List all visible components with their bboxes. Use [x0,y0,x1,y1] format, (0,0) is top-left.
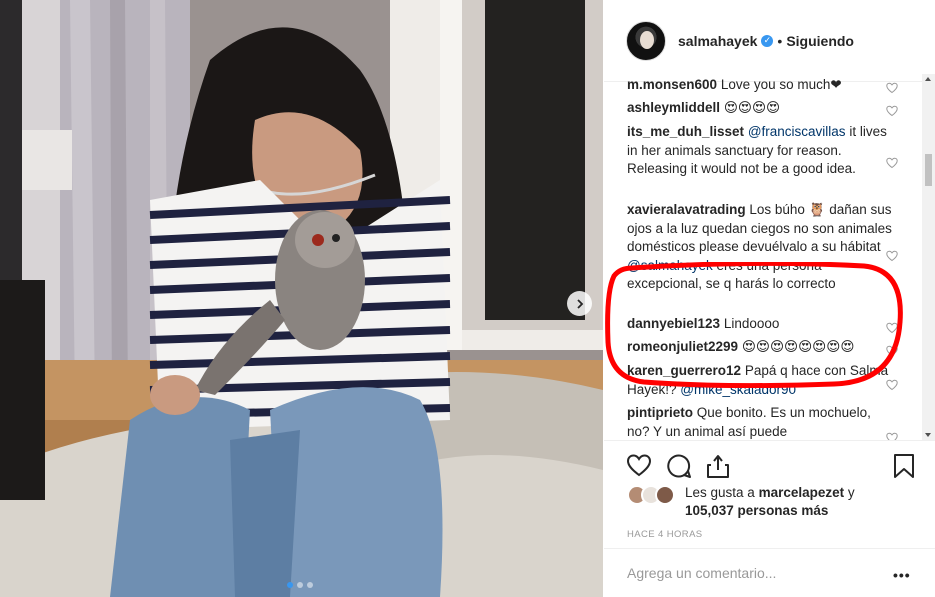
carousel-dots [287,582,313,588]
like-button[interactable] [626,453,652,479]
comment-username[interactable]: its_me_duh_lisset [627,124,744,139]
scroll-thumb[interactable] [925,154,932,186]
comment-item: pintiprieto Que bonito. Es un mochuelo, … [627,404,895,440]
heart-icon [886,322,898,334]
carousel-dot [307,582,313,588]
comment-item: m.monsen600 Love you so much❤ [627,76,895,95]
avatar[interactable] [655,485,675,505]
liker-username[interactable]: marcelapezet [759,485,845,500]
likes-count[interactable]: 105,037 personas más [685,503,828,518]
comment-username[interactable]: ashleymliddell [627,100,720,115]
follow-button[interactable]: Siguiendo [786,33,854,49]
comment-like-button[interactable] [886,379,898,391]
more-options-button[interactable]: ••• [893,567,911,583]
comment-username[interactable]: romeonjuliet2299 [627,339,738,354]
chevron-right-icon [576,298,583,309]
carousel-dot [287,582,293,588]
comment-icon [667,454,691,478]
likes-summary: Les gusta a marcelapezet y 105,037 perso… [627,484,905,520]
comment-mention-link[interactable]: @franciscavillas [748,124,846,139]
carousel-dot [297,582,303,588]
comment-text: 😍😍😍😍😍😍😍😍 [741,339,855,354]
comment-username[interactable]: m.monsen600 [627,77,717,92]
scroll-up-arrow[interactable] [925,77,931,81]
comment-text: Love you so much❤ [720,77,842,92]
heart-icon [886,250,898,262]
comment-text: 😍😍😍😍 [723,100,781,115]
comments-list: m.monsen600 Love you so much❤ ashleymlidd… [604,70,935,440]
share-button[interactable] [705,453,731,479]
comment-button[interactable] [666,453,692,479]
comment-like-button[interactable] [886,250,898,262]
heart-icon [886,82,898,94]
share-icon [707,455,729,478]
comment-mention-link[interactable]: @salmahayek [627,258,713,273]
likes-middle: y [844,485,855,500]
post-side-panel: salmahayek ✓ • Siguiendo m.monsen600 Lov… [604,0,935,597]
post-username[interactable]: salmahayek [678,33,757,49]
post-photo[interactable] [0,0,603,597]
heart-icon [886,345,898,357]
comment-item: xavieralavatrading Los búho 🦉 dañan sus … [627,201,895,294]
header-separator: • [777,32,783,49]
comment-item: karen_guerrero12 Papá q hace con Salma H… [627,362,895,399]
add-comment-input[interactable] [627,562,877,584]
carousel-next-button[interactable] [567,291,592,316]
heart-icon [886,432,898,440]
scroll-down-arrow[interactable] [925,433,931,437]
comment-item: ashleymliddell 😍😍😍😍 [627,99,895,118]
add-comment-bar: ••• [604,548,935,597]
comment-username[interactable]: karen_guerrero12 [627,363,741,378]
heart-icon [886,379,898,391]
comment-like-button[interactable] [886,345,898,357]
likes-text: Les gusta a marcelapezet y 105,037 perso… [685,484,905,520]
heart-icon [626,454,652,477]
heart-icon [886,105,898,117]
comment-like-button[interactable] [886,82,898,94]
comments-scrollbar[interactable] [922,74,935,440]
bookmark-icon [894,454,914,478]
comment-username[interactable]: pintiprieto [627,405,693,420]
post-actions [604,440,935,478]
comment-item: romeonjuliet2299 😍😍😍😍😍😍😍😍 [627,338,895,357]
save-button[interactable] [891,453,917,479]
likes-prefix: Les gusta a [685,485,759,500]
comment-item: its_me_duh_lisset @franciscavillas it li… [627,123,895,179]
comment-username[interactable]: dannyebiel123 [627,316,720,331]
comment-like-button[interactable] [886,105,898,117]
comment-like-button[interactable] [886,322,898,334]
like-avatars [627,485,679,505]
comment-text: Lindoooo [723,316,780,331]
avatar[interactable] [626,20,666,61]
comment-like-button[interactable] [886,432,898,440]
comment-mention-link[interactable]: @mike_skalador90 [680,382,796,397]
verified-icon: ✓ [761,34,774,47]
comment-username[interactable]: xavieralavatrading [627,202,746,217]
photo-illustration [0,0,603,597]
post-timestamp[interactable]: Hace 4 horas [627,529,703,540]
heart-icon [886,157,898,169]
comment-item: dannyebiel123 Lindoooo [627,315,895,334]
comment-like-button[interactable] [886,157,898,169]
